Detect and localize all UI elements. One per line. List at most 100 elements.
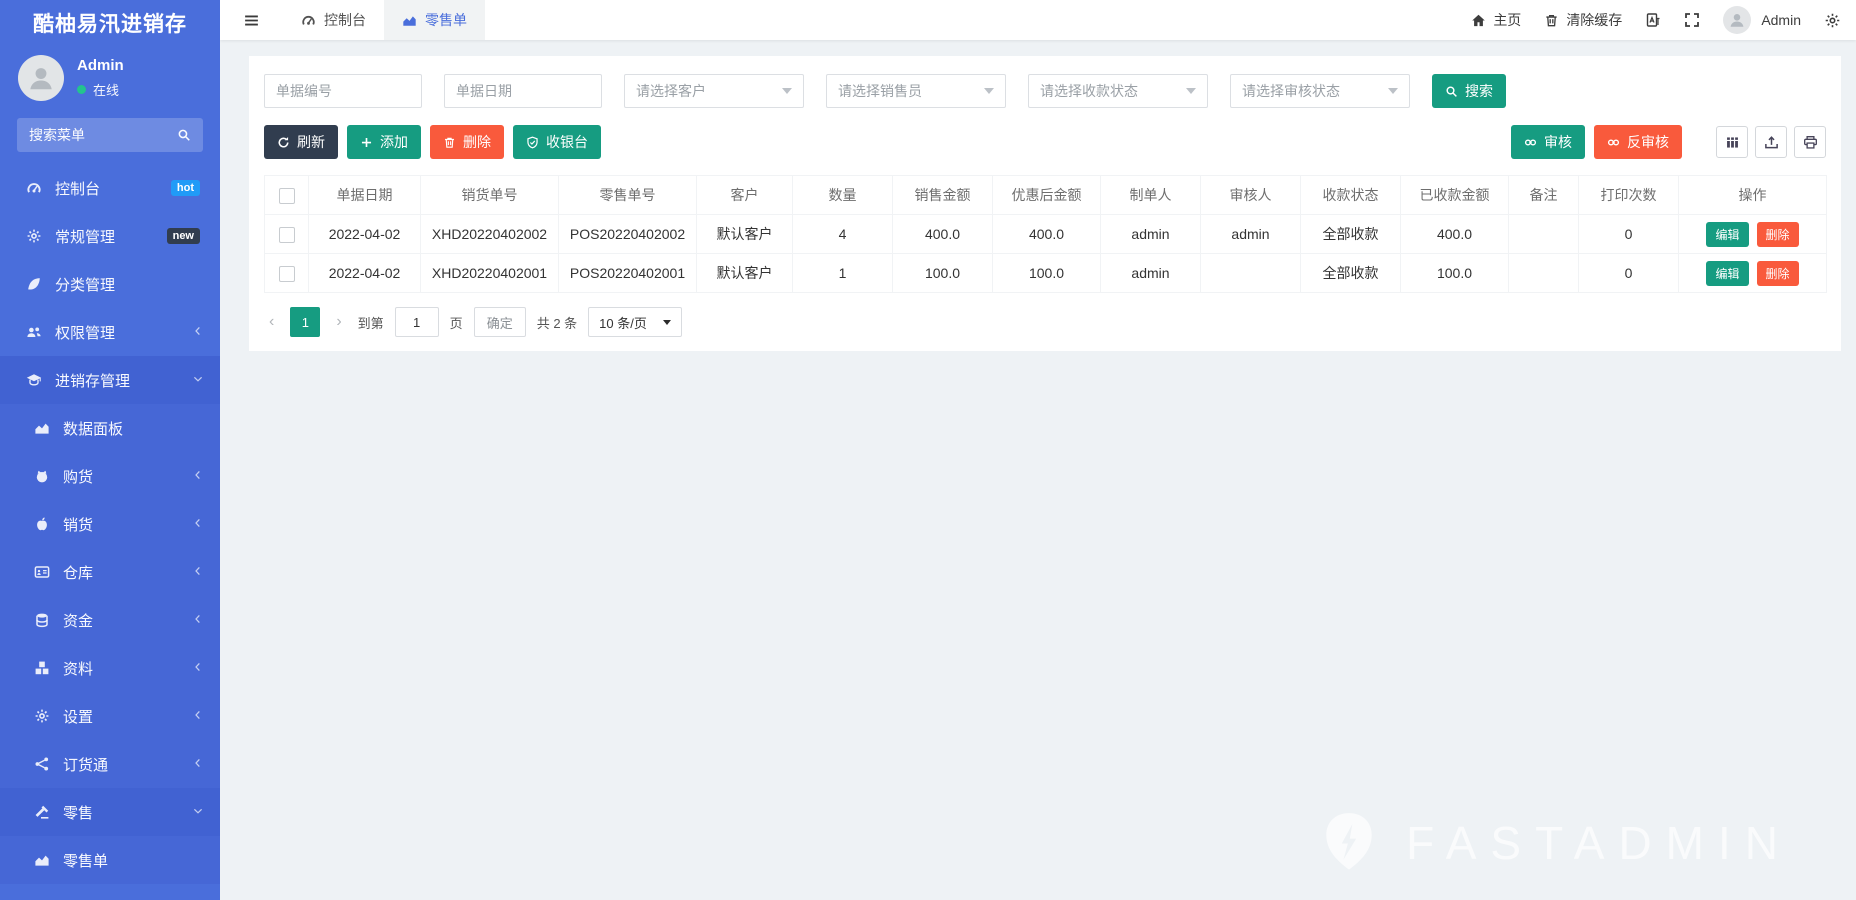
goto-label: 到第	[358, 313, 384, 332]
table-cell: admin	[1101, 254, 1201, 293]
home-link[interactable]: 主页	[1471, 10, 1521, 30]
refresh-button[interactable]: 刷新	[264, 125, 338, 159]
sidebar-item-category[interactable]: 分类管理	[0, 260, 220, 308]
cashier-button[interactable]: 收银台	[513, 125, 601, 159]
table-row: 2022-04-02XHD20220402002POS20220402002默认…	[265, 215, 1827, 254]
column-header: 单据日期	[309, 176, 421, 215]
plus-icon	[360, 136, 373, 149]
tab-retail-order[interactable]: 零售单	[384, 0, 485, 40]
sidebar-item-retail-order[interactable]: 零售单	[0, 836, 220, 884]
export-icon	[1764, 135, 1779, 150]
shield-check-icon	[526, 136, 539, 149]
dashboard-icon	[301, 13, 316, 28]
delete-row-button[interactable]: 删除	[1757, 222, 1799, 247]
audit-status-select[interactable]: 请选择审核状态	[1230, 74, 1410, 108]
chevron-left-icon	[192, 709, 204, 721]
fastadmin-logo-icon	[1318, 812, 1380, 874]
delete-button[interactable]: 删除	[430, 125, 504, 159]
bill-date-input[interactable]	[444, 74, 602, 108]
sidebar-item-data-panel[interactable]: 数据面板	[0, 404, 220, 452]
cubes-icon	[32, 660, 51, 676]
print-icon	[1803, 135, 1818, 150]
table-cell: admin	[1101, 215, 1201, 254]
retail-order-table: 单据日期销货单号零售单号客户数量销售金额优惠后金额制单人审核人收款状态已收款金额…	[264, 175, 1827, 293]
sidebar-item-purchase[interactable]: 购货	[0, 452, 220, 500]
export-button[interactable]	[1755, 126, 1787, 158]
tab-dashboard[interactable]: 控制台	[283, 0, 384, 40]
search-icon	[1445, 85, 1458, 98]
goto-page-input[interactable]	[395, 307, 439, 337]
prev-page-button[interactable]: ‹	[264, 313, 279, 331]
apple-icon	[32, 516, 51, 532]
search-button[interactable]: 搜索	[1432, 74, 1506, 108]
edit-row-button[interactable]: 编辑	[1706, 222, 1748, 247]
sidebar-item-general[interactable]: 常规管理new	[0, 212, 220, 260]
hamburger-menu-icon[interactable]	[220, 12, 283, 29]
sidebar-item-funds[interactable]: 资金	[0, 596, 220, 644]
payment-status-select[interactable]: 请选择收款状态	[1028, 74, 1208, 108]
table-cell	[1509, 215, 1579, 254]
sidebar-item-retail[interactable]: 零售	[0, 788, 220, 836]
table-cell: 0	[1579, 254, 1679, 293]
columns-button[interactable]	[1716, 126, 1748, 158]
cogs-icon	[32, 708, 51, 724]
table-cell: 默认客户	[697, 254, 793, 293]
column-header: 销货单号	[421, 176, 559, 215]
home-icon	[1471, 13, 1486, 28]
sidebar-item-auth[interactable]: 权限管理	[0, 308, 220, 356]
table-cell: 4	[793, 215, 893, 254]
link-icon	[1524, 136, 1537, 149]
row-checkbox[interactable]	[279, 266, 295, 282]
users-icon	[24, 324, 43, 340]
sidebar-item-warehouse[interactable]: 仓库	[0, 548, 220, 596]
next-page-button[interactable]: ›	[331, 313, 346, 331]
language-icon[interactable]	[1645, 12, 1661, 28]
share-icon	[32, 756, 51, 772]
id-card-icon	[32, 564, 51, 580]
anti-audit-button[interactable]: 反审核	[1594, 125, 1682, 159]
column-header: 客户	[697, 176, 793, 215]
menu-search-input[interactable]: 搜索菜单	[17, 118, 203, 152]
row-checkbox[interactable]	[279, 227, 295, 243]
user-menu[interactable]: Admin	[1723, 6, 1801, 34]
clear-cache-link[interactable]: 清除缓存	[1544, 10, 1622, 30]
print-button[interactable]	[1794, 126, 1826, 158]
goto-confirm-button[interactable]: 确定	[474, 307, 526, 337]
delete-row-button[interactable]: 删除	[1757, 261, 1799, 286]
user-profile[interactable]: Admin 在线	[0, 46, 220, 114]
bill-no-input[interactable]	[264, 74, 422, 108]
table-cell: 100.0	[1401, 254, 1509, 293]
column-header: 零售单号	[559, 176, 697, 215]
chevron-left-icon	[192, 469, 204, 481]
avatar	[18, 55, 64, 101]
add-button[interactable]: 添加	[347, 125, 421, 159]
chevron-left-icon	[192, 757, 204, 769]
sidebar-item-dashboard[interactable]: 控制台hot	[0, 164, 220, 212]
sidebar-item-settings[interactable]: 设置	[0, 692, 220, 740]
table-cell	[1201, 254, 1301, 293]
search-icon	[177, 128, 191, 142]
settings-gear-icon[interactable]	[1824, 12, 1841, 29]
page-1-button[interactable]: 1	[290, 307, 320, 337]
sidebar-item-dinghuotong[interactable]: 订货通	[0, 740, 220, 788]
select-all-checkbox[interactable]	[279, 188, 295, 204]
edit-row-button[interactable]: 编辑	[1706, 261, 1748, 286]
chart-area-icon	[32, 852, 51, 868]
sidebar-item-sale[interactable]: 销货	[0, 500, 220, 548]
trash-icon	[1544, 13, 1559, 28]
per-page-select[interactable]: 10 条/页	[588, 307, 682, 337]
salesman-select[interactable]: 请选择销售员	[826, 74, 1006, 108]
chevron-down-icon	[192, 373, 204, 385]
caret-down-icon	[663, 320, 671, 325]
table-cell: 400.0	[893, 215, 993, 254]
fastadmin-watermark-text: FASTADMIN	[1406, 816, 1792, 870]
badge-hot: hot	[171, 180, 200, 196]
fullscreen-icon[interactable]	[1684, 12, 1700, 28]
customer-select[interactable]: 请选择客户	[624, 74, 804, 108]
sidebar-item-material[interactable]: 资料	[0, 644, 220, 692]
audit-button[interactable]: 审核	[1511, 125, 1585, 159]
top-navbar: 控制台零售单 主页 清除缓存 Admin	[220, 0, 1856, 40]
table-cell: 全部收款	[1301, 254, 1401, 293]
table-cell: XHD20220402002	[421, 215, 559, 254]
sidebar-item-jxc[interactable]: 进销存管理	[0, 356, 220, 404]
